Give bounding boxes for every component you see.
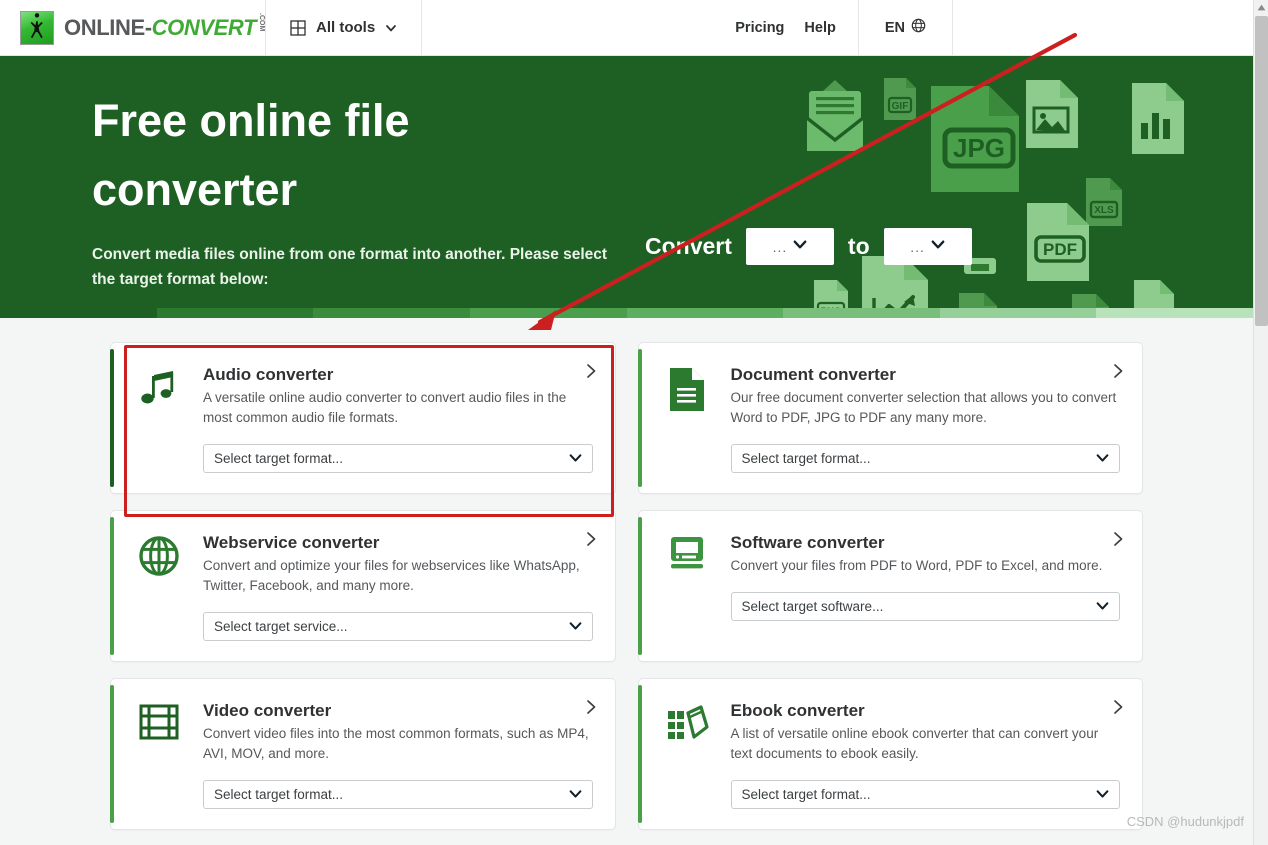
chevron-down-icon	[1096, 787, 1109, 803]
converter-card-video[interactable]: Video converter Convert video files into…	[110, 678, 616, 830]
svg-text:PDF: PDF	[1043, 240, 1077, 259]
source-format-value: ...	[772, 238, 788, 255]
logo-mark-icon	[20, 10, 54, 45]
chart-file-icon	[1128, 81, 1188, 156]
all-tools-menu[interactable]: All tools	[266, 0, 421, 56]
chevron-down-icon	[569, 451, 582, 467]
chevron-down-icon	[1096, 451, 1109, 467]
select-label: Select target software...	[741, 599, 884, 614]
target-format-value: ...	[910, 238, 925, 255]
converter-card-ebook[interactable]: Ebook converter A list of versatile onli…	[637, 678, 1143, 830]
hero-convert-row: Convert ... to ...	[645, 228, 972, 265]
grid-icon	[290, 19, 306, 36]
header-tail	[953, 0, 1253, 56]
card-title: Webservice converter	[203, 533, 380, 552]
hero-subtitle: Convert media files online from one form…	[92, 246, 608, 288]
hero-title-line2: converter	[92, 164, 298, 215]
scrollbar-thumb[interactable]	[1255, 16, 1268, 326]
converter-card-webservice[interactable]: Webservice converter Convert and optimiz…	[110, 510, 616, 662]
language-switcher[interactable]: EN	[859, 0, 952, 56]
chevron-right-icon	[586, 531, 597, 547]
chevron-down-icon	[569, 619, 582, 635]
card-title: Video converter	[203, 701, 332, 720]
chevron-right-icon	[1113, 363, 1124, 379]
pricing-link[interactable]: Pricing	[735, 20, 784, 36]
all-tools-label: All tools	[316, 19, 376, 36]
logo-text-primary: ONLINE-	[64, 14, 152, 40]
card-description: Convert your files from PDF to Word, PDF…	[730, 558, 1103, 573]
to-label: to	[847, 233, 870, 259]
target-format-select[interactable]: ...	[883, 228, 972, 265]
target-format-select-document[interactable]: Select target format...	[730, 444, 1120, 473]
card-title: Software converter	[730, 533, 885, 552]
converter-cards-section: Audio converter A versatile online audio…	[0, 318, 1253, 845]
target-software-select[interactable]: Select target software...	[730, 592, 1120, 621]
target-service-select-webservice[interactable]: Select target service...	[203, 612, 593, 641]
chevron-down-icon	[569, 787, 582, 803]
logo-text-domain: .COM	[258, 13, 266, 32]
card-description: A versatile online audio converter to co…	[203, 390, 567, 425]
select-label: Select target format...	[214, 451, 344, 466]
vertical-scrollbar[interactable]	[1253, 0, 1268, 845]
chevron-down-icon	[931, 237, 945, 256]
image-file-icon	[1022, 78, 1082, 150]
chevron-down-icon	[385, 22, 397, 34]
card-title: Ebook converter	[730, 701, 865, 720]
help-link[interactable]: Help	[804, 20, 835, 36]
card-description: Our free document converter selection th…	[730, 390, 1117, 425]
converter-card-software[interactable]: Software converter Convert your files fr…	[637, 510, 1143, 662]
card-description: A list of versatile online ebook convert…	[730, 726, 1099, 761]
document-file-icon	[661, 365, 713, 473]
hero-title-line1: Free online file	[92, 95, 410, 146]
converter-card-audio[interactable]: Audio converter A versatile online audio…	[110, 342, 616, 494]
select-label: Select target service...	[214, 619, 348, 634]
header-divider-2	[421, 0, 423, 56]
monitor-icon	[661, 533, 713, 641]
target-format-select-audio[interactable]: Select target format...	[203, 444, 593, 473]
card-description: Convert video files into the most common…	[203, 726, 589, 761]
convert-label: Convert	[645, 233, 732, 259]
hero-title: Free online file converter	[92, 86, 652, 224]
globe-icon	[133, 533, 185, 641]
envelope-icon	[795, 78, 875, 153]
chevron-down-icon	[1096, 599, 1109, 615]
chevron-right-icon	[1113, 531, 1124, 547]
site-header: ONLINE- CONVERT .COM All tools Pricing H…	[0, 0, 1253, 56]
music-note-icon	[133, 365, 185, 473]
globe-icon	[911, 18, 926, 37]
svg-text:GIF: GIF	[892, 101, 909, 112]
converter-card-document[interactable]: Document converter Our free document con…	[637, 342, 1143, 494]
pdf-file-icon: PDF	[1022, 201, 1094, 283]
chevron-down-icon	[793, 237, 807, 256]
brand-logo[interactable]: ONLINE- CONVERT .COM	[0, 0, 265, 55]
select-label: Select target format...	[741, 451, 871, 466]
gif-file-icon: GIF	[880, 76, 920, 122]
scrollbar-up-arrow-icon[interactable]	[1254, 0, 1268, 15]
hero-banner: GIF JPG XLS PDF Free online file convert…	[0, 56, 1253, 318]
converter-cards-grid: Audio converter A versatile online audio…	[110, 342, 1143, 845]
target-format-select-ebook[interactable]: Select target format...	[730, 780, 1120, 809]
language-label: EN	[884, 19, 905, 36]
logo-text-secondary: CONVERT	[151, 14, 257, 40]
select-label: Select target format...	[214, 787, 344, 802]
header-nav-links: Pricing Help	[713, 20, 858, 36]
chevron-right-icon	[586, 363, 597, 379]
chevron-right-icon	[586, 699, 597, 715]
books-icon	[661, 701, 713, 809]
film-strip-icon	[133, 701, 185, 809]
hero-gradient-stripe	[0, 308, 1253, 318]
target-format-select-video[interactable]: Select target format...	[203, 780, 593, 809]
source-format-select[interactable]: ...	[745, 228, 834, 265]
xls-file-icon: XLS	[1082, 176, 1126, 228]
page-root: ONLINE- CONVERT .COM All tools Pricing H…	[0, 0, 1268, 845]
jpg-file-icon: JPG	[925, 84, 1025, 194]
svg-text:JPG: JPG	[953, 133, 1005, 163]
select-label: Select target format...	[741, 787, 871, 802]
card-title: Audio converter	[203, 365, 334, 384]
card-description: Convert and optimize your files for webs…	[203, 558, 580, 593]
card-title: Document converter	[730, 365, 896, 384]
chevron-right-icon	[1113, 699, 1124, 715]
svg-text:XLS: XLS	[1094, 205, 1114, 216]
watermark-text: CSDN @hudunkjpdf	[1126, 814, 1244, 829]
